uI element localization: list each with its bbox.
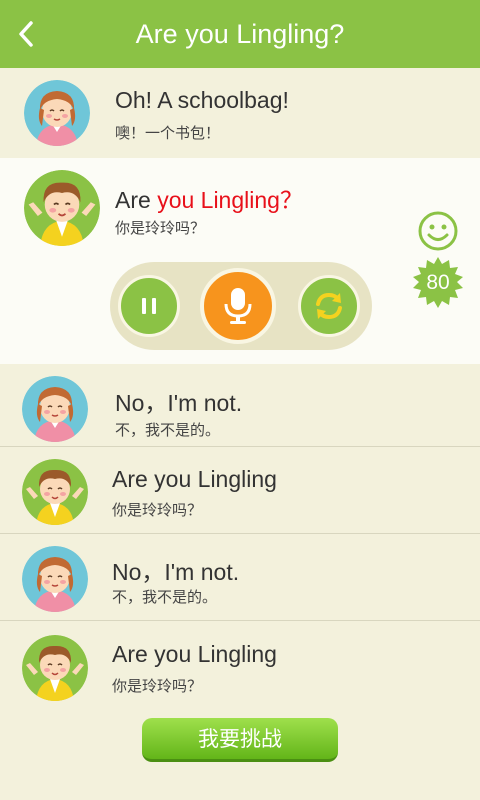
english-line: Oh! A schoolbag! bbox=[115, 87, 289, 113]
english-highlight: you Lingling？ bbox=[157, 187, 303, 213]
dialog-row[interactable]: Oh! A schoolbag! 噢！一个书包！ bbox=[0, 68, 480, 159]
page-title: Are you Lingling? bbox=[135, 19, 345, 49]
pause-icon bbox=[142, 298, 156, 314]
avatar-girl bbox=[22, 546, 88, 612]
playback-controls bbox=[110, 262, 372, 350]
score-value: 80 bbox=[426, 271, 450, 294]
record-button[interactable] bbox=[200, 268, 276, 344]
dialog-row[interactable]: No，I'm not. 不，我不是的。 bbox=[0, 534, 480, 621]
chinese-line: 你是玲玲吗？ bbox=[115, 219, 206, 237]
english-line: No，I'm not. bbox=[112, 559, 240, 585]
dialog-row[interactable]: Are you Lingling 你是玲玲吗？ bbox=[0, 447, 480, 534]
english-line: Are you Lingling bbox=[112, 641, 277, 667]
english-line: No，I'm not. bbox=[115, 390, 243, 416]
avatar-girl bbox=[22, 376, 88, 442]
chinese-line: 不，我不是的。 bbox=[115, 421, 221, 439]
app-header: Are you Lingling? bbox=[0, 0, 480, 68]
avatar-girl bbox=[24, 80, 90, 146]
english-line: Are you Lingling？ bbox=[115, 181, 303, 215]
dialog-row[interactable]: No，I'm not. 不，我不是的。 bbox=[0, 364, 480, 447]
refresh-icon bbox=[316, 292, 342, 320]
avatar-boy bbox=[22, 635, 88, 701]
dialog-row[interactable]: Are you Lingling 你是玲玲吗？ bbox=[0, 621, 480, 709]
smiley-face-icon bbox=[418, 211, 458, 251]
chinese-line: 你是玲玲吗？ bbox=[112, 501, 203, 519]
chinese-line: 噢！一个书包！ bbox=[115, 124, 221, 142]
pause-button[interactable] bbox=[118, 275, 180, 337]
chinese-line: 不，我不是的。 bbox=[112, 588, 218, 606]
chinese-line: 你是玲玲吗？ bbox=[112, 677, 203, 695]
replay-button[interactable] bbox=[298, 275, 360, 337]
avatar-boy bbox=[22, 459, 88, 525]
avatar-boy bbox=[24, 170, 100, 246]
english-prefix: Are bbox=[115, 187, 158, 213]
microphone-icon bbox=[224, 288, 252, 324]
english-line: Are you Lingling bbox=[112, 466, 277, 492]
challenge-button[interactable]: 我要挑战 bbox=[142, 718, 338, 762]
